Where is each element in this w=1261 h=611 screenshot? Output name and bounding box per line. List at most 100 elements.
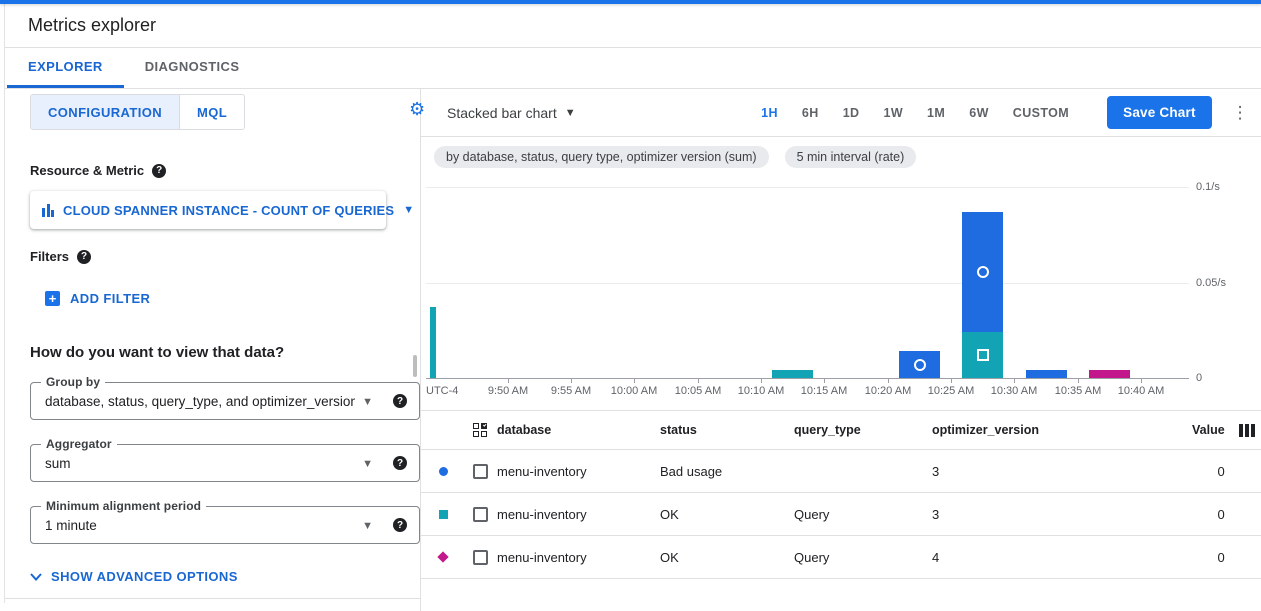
gridline	[426, 283, 1189, 284]
scrollbar-thumb[interactable]	[413, 355, 417, 377]
table-row: menu-inventoryBad usage30	[421, 450, 1261, 493]
field-label: Group by	[41, 375, 105, 389]
series-circle-marker	[439, 467, 448, 476]
field-value: database, status, query_type, and optimi…	[45, 394, 355, 409]
chevron-down-icon: ▼	[565, 107, 576, 119]
circle-marker-icon	[914, 359, 926, 371]
cell-status: OK	[660, 550, 794, 565]
x-axis-label: 9:50 AM	[488, 385, 528, 397]
main-layout: CONFIGURATIONMQL ⚙ Resource & Metric ? C…	[5, 89, 1261, 611]
help-icon[interactable]: ?	[393, 518, 407, 532]
cell-query-type: Query	[794, 507, 932, 522]
chevron-down-icon: ▼	[403, 204, 414, 216]
cell-status: Bad usage	[660, 464, 794, 479]
add-filter-button[interactable]: + ADD FILTER	[45, 291, 150, 306]
columns-icon[interactable]	[1239, 424, 1261, 437]
x-axis-label: 10:40 AM	[1118, 385, 1164, 397]
range-6w-button[interactable]: 6W	[957, 100, 1001, 126]
field-label: Aggregator	[41, 437, 117, 451]
metric-selector-button[interactable]: CLOUD SPANNER INSTANCE - COUNT OF QUERIE…	[30, 191, 386, 229]
range-custom-button[interactable]: CUSTOM	[1001, 100, 1081, 126]
field-group-by[interactable]: Group bydatabase, status, query_type, an…	[30, 382, 420, 420]
mode-configuration-button[interactable]: CONFIGURATION	[31, 95, 179, 129]
row-checkbox[interactable]	[473, 550, 488, 565]
more-options-icon[interactable]: ⋮	[1226, 103, 1255, 123]
col-optimizer-version: optimizer_version	[932, 423, 1192, 437]
mode-mql-button[interactable]: MQL	[179, 95, 244, 129]
row-checkbox[interactable]	[473, 507, 488, 522]
cell-database: menu-inventory	[497, 550, 660, 565]
x-axis-label: 10:00 AM	[611, 385, 657, 397]
x-axis-tick	[1141, 379, 1142, 383]
tab-explorer[interactable]: EXPLORER	[7, 48, 124, 88]
x-axis-tick	[824, 379, 825, 383]
view-data-heading: How do you want to view that data?	[30, 344, 420, 361]
chart-chip-1: by database, status, query type, optimiz…	[434, 146, 769, 168]
tab-diagnostics[interactable]: DIAGNOSTICS	[124, 48, 261, 88]
field-minimum-alignment-period[interactable]: Minimum alignment period1 minute▼?	[30, 506, 420, 544]
view-fields: Group bydatabase, status, query_type, an…	[30, 382, 420, 544]
cell-value: 0	[1192, 507, 1225, 522]
range-6h-button[interactable]: 6H	[790, 100, 831, 126]
stacked-bar-chart: 0.1/s 0.05/s 0 UTC-4 9:50 AM 9:55 AM 10:00 AM 1…	[421, 168, 1261, 401]
row-checkbox[interactable]	[473, 464, 488, 479]
chart-panel: Stacked bar chart ▼ 1H6H1D1W1M6WCUSTOM S…	[421, 89, 1261, 611]
save-chart-button[interactable]: Save Chart	[1107, 96, 1212, 129]
x-axis-line	[426, 378, 1189, 379]
tab-bar: EXPLORERDIAGNOSTICS	[5, 48, 1261, 89]
help-icon[interactable]: ?	[77, 250, 91, 264]
square-marker-icon	[977, 349, 989, 361]
field-aggregator[interactable]: Aggregatorsum▼?	[30, 444, 420, 482]
col-value: Value	[1192, 423, 1225, 437]
col-query-type: query_type	[794, 423, 932, 437]
x-axis-tick	[698, 379, 699, 383]
x-axis-label: 10:05 AM	[675, 385, 721, 397]
x-axis-timezone-label: UTC-4	[426, 385, 458, 397]
x-axis-tick	[761, 379, 762, 383]
top-accent-bar	[0, 0, 1261, 4]
x-axis-label: 10:35 AM	[1055, 385, 1101, 397]
table-row: menu-inventoryOKQuery30	[421, 493, 1261, 536]
help-icon[interactable]: ?	[393, 394, 407, 408]
help-icon[interactable]: ?	[393, 456, 407, 470]
chart-type-dropdown[interactable]: Stacked bar chart ▼	[447, 105, 576, 121]
y-axis-label: 0	[1196, 372, 1202, 384]
show-advanced-options-link[interactable]: SHOW ADVANCED OPTIONS	[30, 569, 238, 584]
x-axis-label: 10:30 AM	[991, 385, 1037, 397]
series-table: database status query_type optimizer_ver…	[421, 410, 1261, 579]
filters-label: Filters ?	[30, 249, 420, 264]
y-axis-label: 0.05/s	[1196, 277, 1226, 289]
bar-segment-pink	[1089, 370, 1130, 378]
gridline	[426, 187, 1189, 188]
cell-query-type: Query	[794, 550, 932, 565]
x-axis-label: 10:25 AM	[928, 385, 974, 397]
chart-toolbar: Stacked bar chart ▼ 1H6H1D1W1M6WCUSTOM S…	[421, 89, 1261, 137]
cell-status: OK	[660, 507, 794, 522]
x-axis-tick	[888, 379, 889, 383]
page-header: Metrics explorer	[5, 4, 1261, 48]
select-all-icon[interactable]	[473, 423, 487, 437]
series-square-marker	[439, 510, 448, 519]
cell-database: menu-inventory	[497, 507, 660, 522]
cell-value: 0	[1192, 464, 1225, 479]
range-1d-button[interactable]: 1D	[831, 100, 872, 126]
range-1w-button[interactable]: 1W	[871, 100, 915, 126]
col-status: status	[660, 423, 794, 437]
range-1m-button[interactable]: 1M	[915, 100, 957, 126]
resource-metric-label: Resource & Metric ?	[30, 163, 420, 178]
x-axis-tick	[508, 379, 509, 383]
bar-segment-teal	[772, 370, 813, 378]
table-body: menu-inventoryBad usage30menu-inventoryO…	[421, 450, 1261, 579]
series-diamond-marker	[437, 551, 448, 562]
table-header-row: database status query_type optimizer_ver…	[421, 411, 1261, 450]
col-database: database	[497, 423, 660, 437]
range-1h-button[interactable]: 1H	[749, 100, 790, 126]
chart-chips: by database, status, query type, optimiz…	[421, 137, 1261, 168]
x-axis-label: 9:55 AM	[551, 385, 591, 397]
help-icon[interactable]: ?	[152, 164, 166, 178]
x-axis-tick	[634, 379, 635, 383]
bar-chart-icon	[42, 204, 54, 217]
panel-bottom-divider	[5, 598, 420, 599]
chevron-down-icon: ▼	[362, 458, 373, 470]
y-axis-label: 0.1/s	[1196, 181, 1220, 193]
